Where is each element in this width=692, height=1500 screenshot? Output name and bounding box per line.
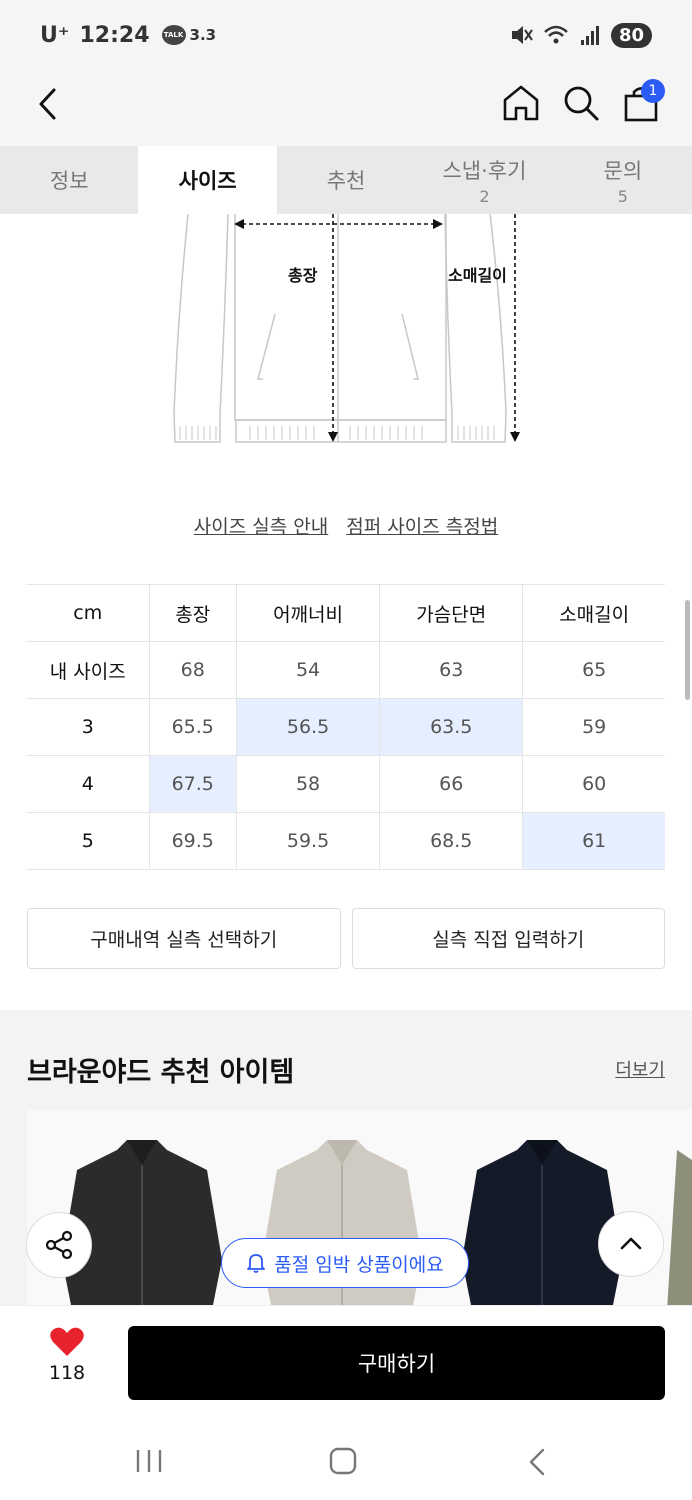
size-guide-links: 사이즈 실측 안내 점퍼 사이즈 측정법 [0, 512, 692, 539]
wifi-icon [544, 25, 568, 44]
table-cell: 66 [379, 755, 523, 813]
table-cell: 68.5 [379, 812, 523, 870]
table-cell-highlight: 63.5 [379, 698, 523, 756]
table-cell: 5 [27, 812, 149, 870]
tab-label: 사이즈 [178, 169, 237, 193]
product-image-navy-jacket[interactable] [447, 1110, 637, 1310]
tab-info[interactable]: 정보 [0, 146, 138, 214]
talk-icon: TALK [161, 25, 186, 45]
table-header: 소매길이 [522, 584, 665, 642]
status-icons: 80 [509, 22, 652, 48]
home-icon[interactable] [500, 82, 542, 124]
share-button[interactable] [26, 1212, 92, 1278]
jacket-size-diagram: 총장 소매길이 [173, 214, 520, 443]
table-cell-highlight: 61 [522, 812, 665, 870]
table-cell: 59 [522, 698, 665, 756]
scrollbar[interactable] [685, 600, 690, 700]
table-cell: 내 사이즈 [27, 641, 149, 699]
search-icon[interactable] [560, 82, 602, 124]
table-cell: 58 [235, 755, 380, 813]
mute-icon [511, 26, 533, 44]
table-cell: 3 [27, 698, 149, 756]
table-cell: 65.5 [148, 698, 237, 756]
recent-apps-icon[interactable] [134, 1448, 164, 1474]
tab-label: 문의 [603, 158, 643, 183]
table-header: 총장 [148, 584, 237, 642]
back-icon[interactable] [30, 84, 70, 124]
tab-label: 스냅·후기 [442, 158, 527, 183]
bell-icon [247, 1254, 266, 1273]
purchase-history-measure-button[interactable]: 구매내역 실측 선택하기 [27, 908, 341, 969]
tab-count: 5 [617, 186, 628, 206]
table-cell: 54 [235, 641, 380, 699]
product-image-olive-jacket[interactable] [647, 1110, 692, 1310]
sleeve-label: 소매길이 [448, 266, 507, 285]
chevron-up-icon [620, 1237, 642, 1250]
cart-count-badge: 1 [641, 79, 665, 103]
table-row-my-size: 내 사이즈 68 54 63 65 [27, 641, 665, 699]
buy-button[interactable]: 구매하기 [128, 1326, 665, 1400]
tab-snap-review[interactable]: 스냅·후기 2 [415, 146, 553, 214]
tab-size[interactable]: 사이즈 [138, 146, 277, 214]
scroll-top-button[interactable] [598, 1211, 664, 1277]
table-cell: 4 [27, 755, 149, 813]
battery-indicator: 80 [610, 22, 652, 48]
heart-icon [50, 1327, 84, 1356]
tab-label: 추천 [326, 169, 366, 193]
table-row[interactable]: 5 69.5 59.5 68.5 61 [27, 812, 665, 870]
table-header: 어깨너비 [235, 584, 380, 642]
table-cell-highlight: 56.5 [235, 698, 380, 756]
talk-notification: TALK 3.3 [161, 25, 217, 45]
top-nav: 1 [0, 70, 692, 146]
like-count: 118 [48, 1362, 86, 1384]
size-guide-link[interactable]: 사이즈 실측 안내 [194, 516, 328, 538]
system-nav-bar [0, 1415, 692, 1500]
back-nav-icon[interactable] [526, 1447, 548, 1477]
table-cell-highlight: 67.5 [148, 755, 237, 813]
tab-inquiry[interactable]: 문의 5 [554, 146, 692, 214]
table-header: cm [27, 584, 149, 642]
tab-recommend[interactable]: 추천 [277, 146, 415, 214]
table-cell: 59.5 [235, 812, 380, 870]
measure-button-row: 구매내역 실측 선택하기 실측 직접 입력하기 [27, 908, 665, 969]
like-button[interactable]: 118 [37, 1326, 97, 1384]
home-nav-icon[interactable] [329, 1447, 357, 1475]
more-link[interactable]: 더보기 [615, 1056, 665, 1082]
status-time: 12:24 [79, 22, 150, 48]
tab-label: 정보 [49, 169, 89, 193]
table-row[interactable]: 4 67.5 58 66 60 [27, 755, 665, 813]
direct-input-measure-button[interactable]: 실측 직접 입력하기 [351, 908, 665, 969]
tab-bar: 정보 사이즈 추천 스냅·후기 2 문의 5 [0, 146, 692, 214]
measure-method-link[interactable]: 점퍼 사이즈 측정법 [346, 516, 498, 538]
talk-count: 3.3 [189, 26, 217, 44]
length-label: 총장 [288, 266, 318, 285]
table-cell: 68 [148, 641, 237, 699]
signal-icon [580, 26, 599, 45]
soldout-soon-badge[interactable]: 품절 임박 상품이에요 [221, 1238, 469, 1288]
table-cell: 65 [522, 641, 665, 699]
table-cell: 60 [522, 755, 665, 813]
table-header-row: cm 총장 어깨너비 가슴단면 소매길이 [27, 584, 665, 642]
status-bar: U⁺ 12:24 TALK 3.3 80 [0, 0, 692, 70]
soldout-soon-text: 품절 임박 상품이에요 [274, 1253, 444, 1276]
table-cell: 63 [379, 641, 523, 699]
table-header: 가슴단면 [379, 584, 523, 642]
carrier: U⁺ [40, 22, 70, 48]
tab-count: 2 [479, 186, 490, 206]
purchase-bar: 118 구매하기 [0, 1305, 692, 1415]
recommend-title: 브라운야드 추천 아이템 [27, 1057, 295, 1088]
share-icon [45, 1230, 73, 1260]
size-table: cm 총장 어깨너비 가슴단면 소매길이 내 사이즈 68 54 63 65 3… [27, 584, 665, 870]
product-image-black-jacket[interactable] [47, 1110, 237, 1310]
table-cell: 69.5 [148, 812, 237, 870]
table-row[interactable]: 3 65.5 56.5 63.5 59 [27, 698, 665, 756]
